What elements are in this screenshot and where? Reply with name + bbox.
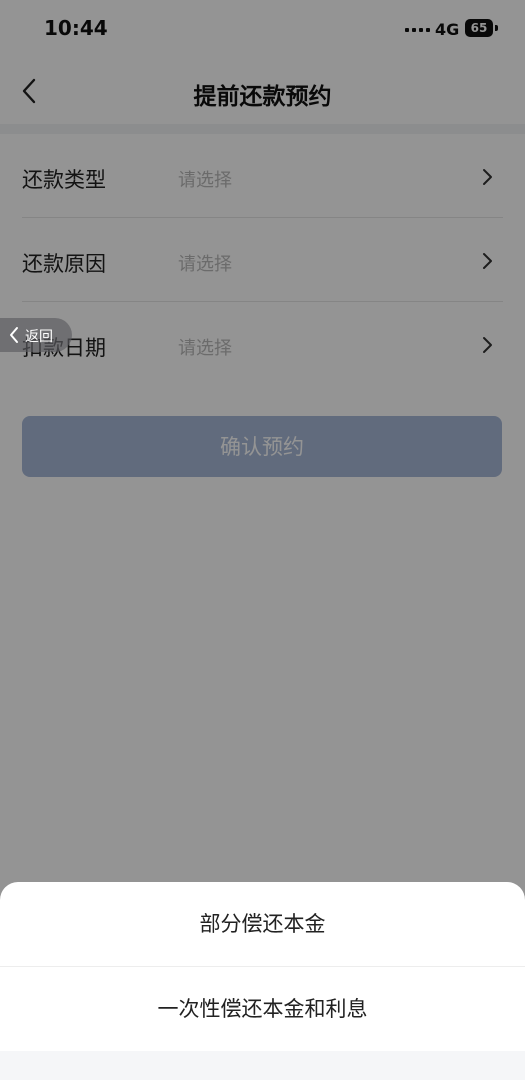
option-partial-principal[interactable]: 部分偿还本金 (0, 882, 525, 966)
float-return-label: 返回 (25, 329, 53, 345)
sheet-bottom-area (0, 1051, 525, 1080)
action-sheet: 部分偿还本金 一次性偿还本金和利息 (0, 882, 525, 1080)
option-full-principal-interest[interactable]: 一次性偿还本金和利息 (0, 967, 525, 1051)
chevron-left-icon (10, 327, 18, 343)
float-return-button[interactable]: 返回 (0, 318, 72, 352)
